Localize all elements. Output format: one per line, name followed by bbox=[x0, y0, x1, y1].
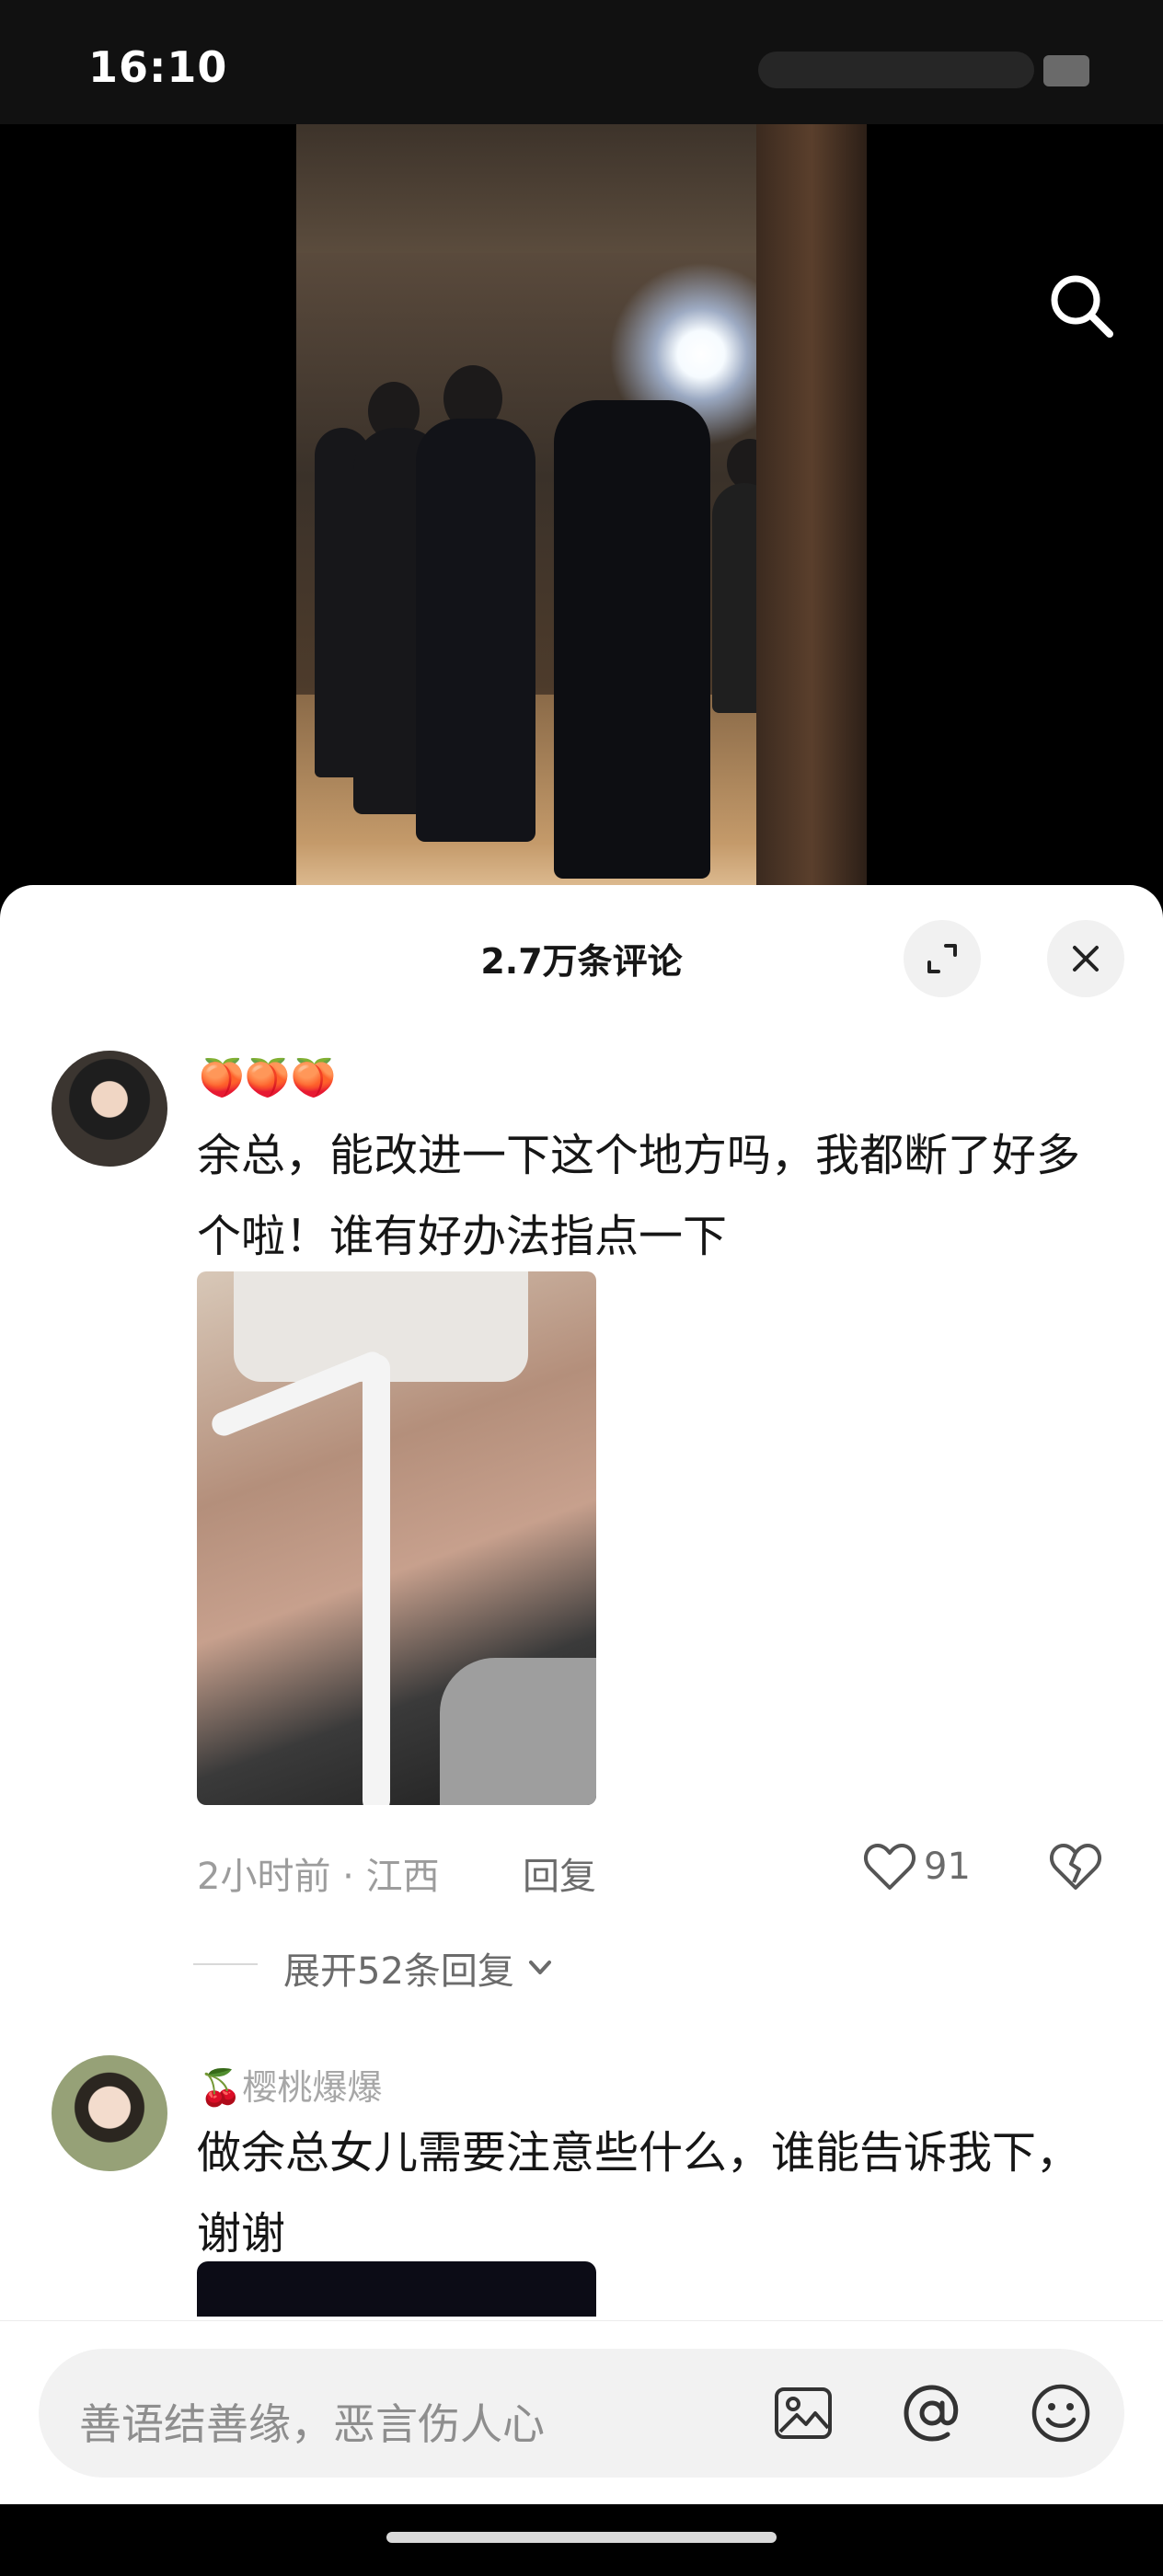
comment-item[interactable]: 🍑🍑🍑 余总，能改进一下这个地方吗，我都断了好多个啦！谁有好办法指点一下 bbox=[0, 1051, 1163, 1879]
comment-username[interactable]: 🍑🍑🍑 bbox=[199, 1056, 336, 1099]
comment-meta: 2小时前 · 江西 bbox=[197, 1856, 440, 1898]
status-bar: 16:10 bbox=[0, 0, 1163, 124]
video-pillar bbox=[756, 124, 867, 906]
video-frame bbox=[296, 124, 867, 906]
comment-username[interactable]: 🍒樱桃爆爆 bbox=[199, 2059, 382, 2110]
search-button[interactable] bbox=[1038, 262, 1126, 351]
video-player[interactable] bbox=[0, 124, 1163, 906]
at-icon bbox=[904, 2385, 959, 2442]
navigation-bar bbox=[0, 2504, 1163, 2576]
chevron-down-icon bbox=[528, 1961, 551, 1974]
image-sleeve bbox=[440, 1658, 596, 1805]
close-button[interactable] bbox=[1047, 920, 1124, 997]
comment-image[interactable] bbox=[197, 2261, 596, 2317]
status-indicators bbox=[758, 52, 1034, 88]
status-icons bbox=[758, 52, 1089, 92]
comment-input-placeholder: 善语结善缘，恶言伤人心 bbox=[79, 2399, 545, 2449]
broken-heart-icon bbox=[1049, 1844, 1102, 1890]
comment-input[interactable]: 善语结善缘，恶言伤人心 bbox=[39, 2349, 1124, 2478]
like-count: 91 bbox=[924, 1846, 971, 1888]
expand-replies-label: 展开52条回复 bbox=[283, 1950, 514, 1993]
comments-title: 2.7万条评论 bbox=[480, 941, 683, 982]
reply-button[interactable]: 回复 bbox=[523, 1846, 596, 1900]
emoji-button[interactable] bbox=[1029, 2381, 1093, 2445]
status-time: 16:10 bbox=[88, 42, 228, 92]
avatar[interactable] bbox=[52, 1051, 167, 1167]
comment-image[interactable] bbox=[197, 1271, 596, 1805]
close-icon bbox=[1073, 946, 1099, 972]
divider bbox=[193, 1963, 258, 1965]
mention-button[interactable] bbox=[900, 2381, 964, 2445]
video-person bbox=[416, 419, 535, 842]
image-button[interactable] bbox=[771, 2381, 835, 2445]
comment-text: 做余总女儿需要注意些什么，谁能告诉我下，谢谢 bbox=[197, 2127, 1081, 2260]
image-icon bbox=[775, 2387, 832, 2439]
comment-input-bar: 善语结善缘，恶言伤人心 bbox=[0, 2320, 1163, 2504]
comments-sheet: 2.7万条评论 🍑🍑🍑 余总，能改进一下这个地方吗，我都断了好多个啦！谁有好办法… bbox=[0, 885, 1163, 2504]
video-person bbox=[554, 400, 710, 879]
battery-icon bbox=[1043, 55, 1089, 86]
home-indicator[interactable] bbox=[386, 2532, 777, 2543]
heart-icon bbox=[863, 1844, 916, 1890]
emoji-icon bbox=[1031, 2384, 1090, 2443]
like-button[interactable]: 91 bbox=[863, 1842, 971, 1892]
search-icon bbox=[1051, 275, 1113, 338]
avatar[interactable] bbox=[52, 2055, 167, 2171]
expand-icon bbox=[927, 944, 957, 973]
comment-text: 余总，能改进一下这个地方吗，我都断了好多个啦！谁有好办法指点一下 bbox=[197, 1130, 1081, 1262]
dislike-button[interactable] bbox=[1049, 1842, 1102, 1895]
image-cable bbox=[363, 1354, 390, 1805]
expand-replies-button[interactable]: 展开52条回复 bbox=[283, 1941, 558, 1995]
expand-button[interactable] bbox=[904, 920, 981, 997]
comment-item[interactable]: 🍒樱桃爆爆 做余总女儿需要注意些什么，谁能告诉我下，谢谢 bbox=[0, 2055, 1163, 2331]
